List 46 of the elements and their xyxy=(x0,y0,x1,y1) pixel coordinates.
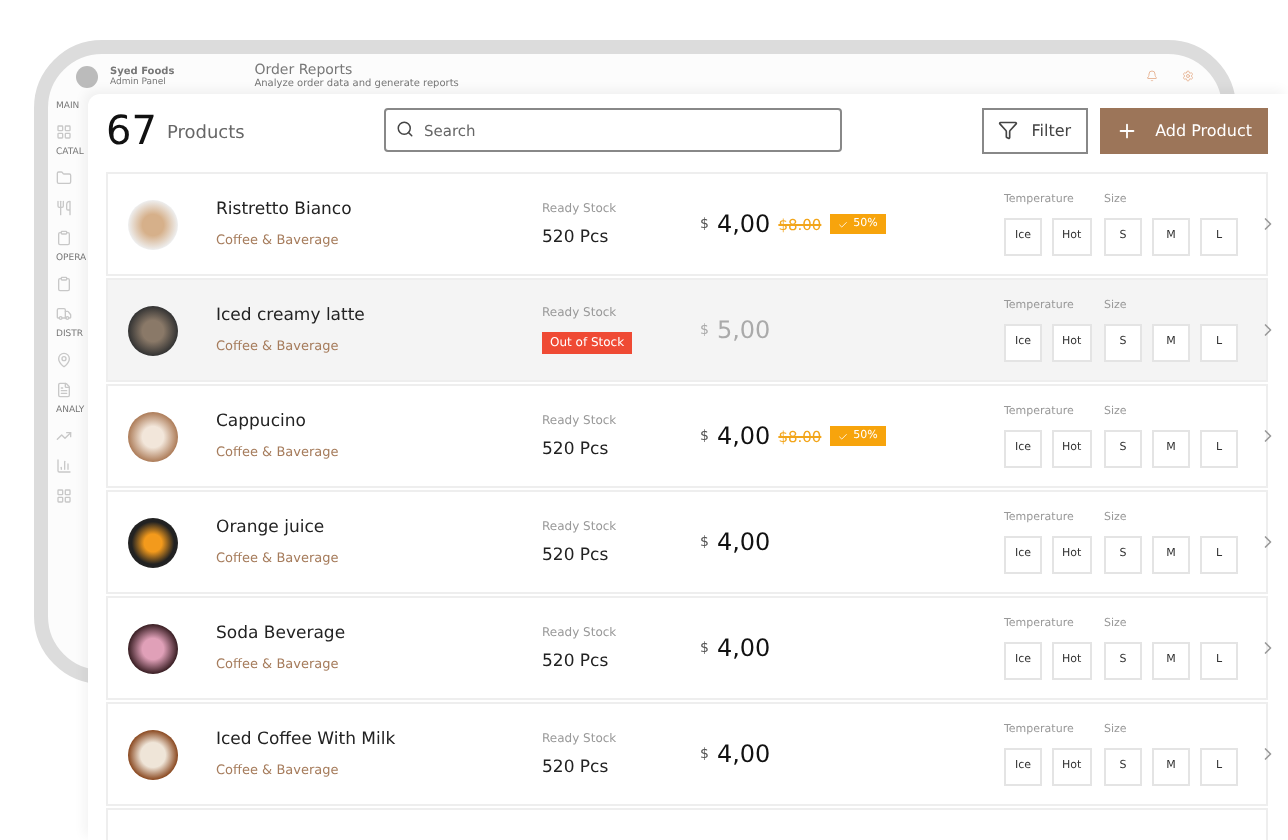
stock-quantity: 520 Pcs xyxy=(542,227,611,247)
photo-placeholder xyxy=(128,623,178,673)
clipboard-icon[interactable] xyxy=(56,230,72,246)
product-name: Cappucino xyxy=(216,412,308,432)
price: 4,00 xyxy=(716,422,771,450)
price: 5,00 xyxy=(716,316,771,344)
product-name: Orange juice xyxy=(216,518,327,538)
grid-icon[interactable] xyxy=(56,124,72,140)
check-icon xyxy=(837,219,848,229)
price: 4,00 xyxy=(716,740,771,768)
pin-icon[interactable] xyxy=(56,352,72,368)
photo-placeholder xyxy=(128,517,178,567)
stock-quantity: 520 Pcs xyxy=(542,545,611,565)
product-name: Ristretto Bianco xyxy=(216,200,354,220)
stock-quantity: 520 Pcs xyxy=(542,757,611,777)
photo-placeholder xyxy=(128,305,178,355)
bell-icon[interactable] xyxy=(1146,70,1158,82)
grid-icon[interactable] xyxy=(56,488,72,504)
clipboard-icon[interactable] xyxy=(56,276,72,292)
settings-icon[interactable] xyxy=(1182,70,1194,82)
stock-quantity: 520 Pcs xyxy=(542,651,611,671)
check-icon xyxy=(837,431,848,441)
photo-placeholder xyxy=(128,411,178,461)
photo-placeholder xyxy=(128,199,178,249)
price: 4,00 xyxy=(716,210,771,238)
filter-icon xyxy=(997,120,1018,140)
truck-icon[interactable] xyxy=(56,306,72,322)
product-name: Iced creamy latte xyxy=(216,306,367,326)
add-product-button[interactable]: Add Product xyxy=(1099,107,1268,153)
logo-icon xyxy=(76,65,98,87)
filter-button[interactable]: Filter xyxy=(981,107,1088,153)
product-count: 67 xyxy=(106,106,157,154)
photo-placeholder xyxy=(128,729,178,779)
price: 4,00 xyxy=(716,634,771,662)
stock-quantity: 520 Pcs xyxy=(542,439,611,459)
trend-icon[interactable] xyxy=(56,428,72,444)
folder-icon[interactable] xyxy=(56,170,72,186)
document-icon[interactable] xyxy=(56,382,72,398)
product-name: Soda Beverage xyxy=(216,624,348,644)
search-icon xyxy=(396,120,415,138)
product-name: Iced Coffee With Milk xyxy=(216,730,398,750)
price: 4,00 xyxy=(716,528,771,556)
bar-chart-icon[interactable] xyxy=(56,458,72,474)
plus-icon xyxy=(1115,119,1138,141)
product-count-label: Products xyxy=(166,124,245,144)
utensils-icon[interactable] xyxy=(56,200,72,216)
